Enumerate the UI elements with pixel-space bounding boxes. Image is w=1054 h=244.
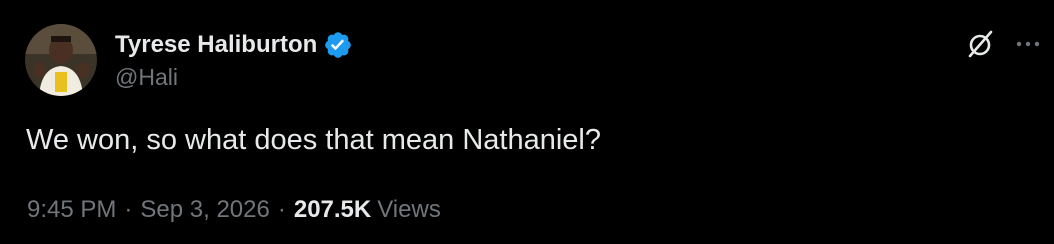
author-name-row: Tyrese Haliburton xyxy=(115,30,353,60)
views-count[interactable]: 207.5K xyxy=(294,196,371,224)
author-handle[interactable]: @Hali xyxy=(115,64,178,91)
avatar-image xyxy=(25,24,97,96)
meta-separator-2: · xyxy=(277,196,286,223)
tweet-date[interactable]: Sep 3, 2026 xyxy=(140,196,269,224)
grok-icon[interactable] xyxy=(964,28,996,60)
views-label[interactable]: Views xyxy=(377,196,441,224)
verified-badge-icon[interactable] xyxy=(323,30,353,60)
tweet-top-actions xyxy=(964,28,1040,60)
author-display-name[interactable]: Tyrese Haliburton xyxy=(115,31,317,59)
meta-separator-1: · xyxy=(124,196,133,223)
tweet-time[interactable]: 9:45 PM xyxy=(27,196,116,224)
tweet-card: Tyrese Haliburton @Hali We won, so what … xyxy=(0,0,1054,244)
tweet-meta: 9:45 PM · Sep 3, 2026 · 207.5K Views xyxy=(27,196,441,224)
author-avatar[interactable] xyxy=(25,24,97,96)
more-icon[interactable] xyxy=(1016,28,1040,60)
tweet-text: We won, so what does that mean Nathaniel… xyxy=(26,124,601,156)
